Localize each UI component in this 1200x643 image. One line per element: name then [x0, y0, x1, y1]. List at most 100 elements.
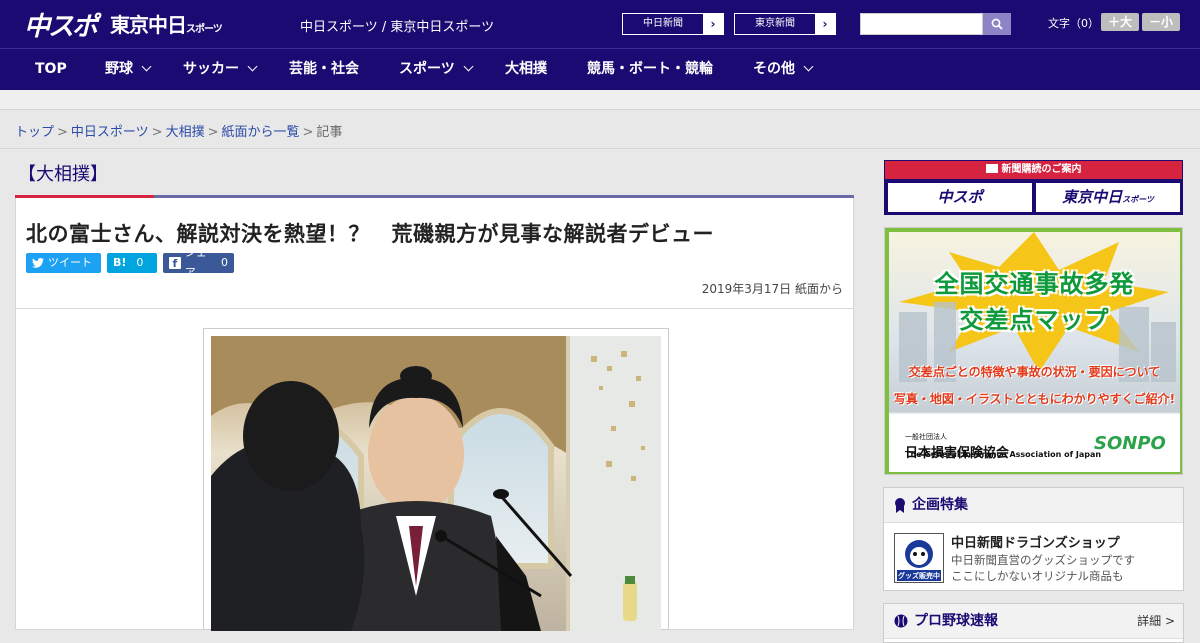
breadcrumb-top[interactable]: トップ	[15, 125, 54, 140]
ad-org-small: 一般社団法人	[905, 433, 947, 441]
tweet-button[interactable]: ツイート	[26, 253, 101, 273]
ad-title-line1: 全国交通事故多発	[934, 270, 1135, 298]
subscribe-chunichi-sports-button[interactable]: 中スポ	[888, 183, 1032, 212]
baseball-heading: プロ野球速報 詳細 >	[884, 604, 1183, 639]
chevron-right-icon: ›	[815, 14, 835, 34]
article-photo[interactable]	[211, 336, 661, 631]
breadcrumb-separator: >	[151, 125, 163, 140]
subscribe-tokyo-chunichi-button[interactable]: 東京中日スポーツ	[1036, 183, 1180, 212]
nav-label: 大相撲	[505, 61, 547, 77]
chunichi-shimbun-label: 中日新聞	[643, 18, 683, 29]
hatena-count: 0	[136, 256, 144, 269]
ad-desc-line1: 交差点ごとの特徴や事故の状況・要因について	[908, 365, 1161, 379]
nav-item-entertainment[interactable]: 芸能・社会	[289, 49, 359, 91]
nav-label: スポーツ	[399, 61, 455, 77]
breadcrumb-separator: >	[302, 125, 314, 140]
ad-desc-line2: 写真・地図・イラストとともにわかりやすくご紹介!	[893, 392, 1176, 406]
font-smaller-button[interactable]: －小	[1142, 13, 1180, 31]
nav-label: サッカー	[183, 61, 239, 77]
nav-item-top[interactable]: TOP	[35, 49, 67, 91]
newspaper-icon	[985, 164, 998, 173]
nav-item-soccer[interactable]: サッカー	[183, 49, 258, 91]
nav-label: TOP	[35, 61, 67, 77]
twitter-icon	[32, 258, 44, 268]
article-category: 【大相撲】	[18, 164, 108, 185]
baseball-scores-box: プロ野球速報 詳細 >	[883, 603, 1184, 643]
chunichi-shimbun-link[interactable]: 中日新聞 ›	[622, 13, 724, 35]
site-tagline: 中日スポーツ / 東京中日スポーツ	[300, 20, 495, 35]
breadcrumb: トップ > 中日スポーツ > 大相撲 > 紙面から一覧 > 記事	[15, 121, 342, 140]
search-button[interactable]	[983, 13, 1011, 35]
article-date: 2019年3月17日 紙面から	[701, 282, 843, 296]
article-photo-frame	[203, 328, 669, 631]
nav-item-other[interactable]: その他	[753, 49, 814, 91]
shop-desc-line2: ここにしかないオリジナル商品も	[951, 569, 1124, 583]
dragons-shop-description: 中日新聞直営のグッズショップです ここにしかないオリジナル商品も	[951, 552, 1135, 584]
tokyo-chunichi-text: 東京中日	[1062, 188, 1123, 206]
breadcrumb-bar: トップ > 中日スポーツ > 大相撲 > 紙面から一覧 > 記事	[0, 111, 1200, 149]
ad-title-line2: 交差点マップ	[959, 306, 1110, 334]
breadcrumb-separator: >	[57, 125, 68, 140]
nav-label: 競馬・ボート・競輪	[587, 61, 713, 77]
tokyo-chunichi-logo[interactable]: 東京中日スポーツ	[110, 9, 223, 38]
subscription-title: 新聞購読のご案内	[885, 161, 1182, 179]
tokyo-shimbun-link[interactable]: 東京新聞 ›	[734, 13, 836, 35]
search-icon	[991, 18, 1003, 30]
article-headline: 北の富士さん、解説対決を熱望！？ 荒磯親方が見事な解説者デビュー	[26, 222, 714, 246]
nav-item-baseball[interactable]: 野球	[105, 49, 152, 91]
baseball-icon	[894, 614, 908, 628]
feature-heading-text: 企画特集	[912, 496, 968, 513]
feature-box: 企画特集 グッズ販売中 中日新聞ドラゴンズショップ 中日新聞直営のグッズショップ…	[883, 487, 1184, 591]
font-larger-button[interactable]: ＋大	[1101, 13, 1139, 31]
ad-strip	[0, 90, 1200, 110]
dragons-shop-thumbnail[interactable]: グッズ販売中	[894, 533, 944, 583]
search-input[interactable]	[860, 13, 983, 35]
breadcrumb-separator: >	[207, 125, 219, 140]
shop-badge-text: グッズ販売中	[898, 572, 940, 580]
ad-inner: 全国交通事故多発 交差点マップ 交差点ごとの特徴や事故の状況・要因について 写真…	[889, 232, 1180, 472]
article-body	[15, 309, 854, 631]
facebook-count: 0	[221, 256, 228, 269]
chevron-down-icon	[247, 61, 258, 72]
nav-label: 芸能・社会	[289, 61, 359, 77]
article-header: 北の富士さん、解説対決を熱望！？ 荒磯親方が見事な解説者デビュー ツイート B!…	[15, 198, 854, 309]
photo-illustration	[211, 336, 661, 631]
tokyo-chunichi-logo-small: スポーツ	[186, 24, 223, 35]
ad-org-english: The General Insurance Association of Jap…	[905, 450, 1102, 459]
breadcrumb-print-list[interactable]: 紙面から一覧	[222, 125, 300, 140]
dragons-shop-title[interactable]: 中日新聞ドラゴンズショップ	[951, 532, 1120, 551]
ribbon-icon	[895, 498, 905, 513]
font-size-label: 文字（0）	[1048, 17, 1099, 30]
chevron-down-icon	[141, 61, 152, 72]
nav-item-racing[interactable]: 競馬・ボート・競輪	[587, 49, 713, 91]
chevron-down-icon	[463, 61, 474, 72]
nav-label: 野球	[105, 61, 133, 77]
tokyo-chunichi-logo-text: 東京中日	[110, 13, 187, 37]
tokyo-chunichi-small: スポーツ	[1122, 195, 1154, 204]
breadcrumb-chunichi-sports[interactable]: 中日スポーツ	[71, 125, 149, 140]
breadcrumb-current: 記事	[316, 125, 343, 140]
hatena-icon: B!	[113, 256, 127, 269]
nav-item-sports[interactable]: スポーツ	[399, 49, 474, 91]
chunichi-sports-logo[interactable]: 中スポ	[24, 6, 98, 43]
tweet-label: ツイート	[48, 256, 92, 269]
nav-label: その他	[753, 61, 795, 77]
nav-item-sumo[interactable]: 大相撲	[505, 49, 547, 91]
chevron-down-icon	[803, 61, 814, 72]
chevron-right-icon: ›	[703, 14, 723, 34]
shop-desc-line1: 中日新聞直営のグッズショップです	[951, 553, 1135, 567]
feature-heading: 企画特集	[884, 488, 1183, 523]
traffic-map-ad[interactable]: 全国交通事故多発 交差点マップ 交差点ごとの特徴や事故の状況・要因について 写真…	[884, 227, 1183, 475]
baseball-detail-link[interactable]: 詳細 >	[1137, 604, 1175, 639]
facebook-share-button[interactable]: f シェア 0	[163, 246, 234, 279]
facebook-label: シェア	[184, 246, 207, 279]
subscription-title-text: 新聞購読のご案内	[1001, 164, 1082, 175]
subscription-box: 新聞購読のご案内 中スポ 東京中日スポーツ	[884, 160, 1183, 215]
hatena-bookmark-button[interactable]: B! 0	[107, 253, 157, 273]
facebook-icon: f	[169, 257, 181, 270]
top-header: 中スポ 東京中日スポーツ 中日スポーツ / 東京中日スポーツ 中日新聞 › 東京…	[0, 0, 1200, 48]
main-nav: TOP 野球 サッカー 芸能・社会 スポーツ 大相撲 競馬・ボート・競輪 その他	[0, 48, 1200, 90]
baseball-heading-text: プロ野球速報	[914, 612, 998, 629]
breadcrumb-sumo[interactable]: 大相撲	[166, 125, 205, 140]
tokyo-shimbun-label: 東京新聞	[755, 18, 795, 29]
